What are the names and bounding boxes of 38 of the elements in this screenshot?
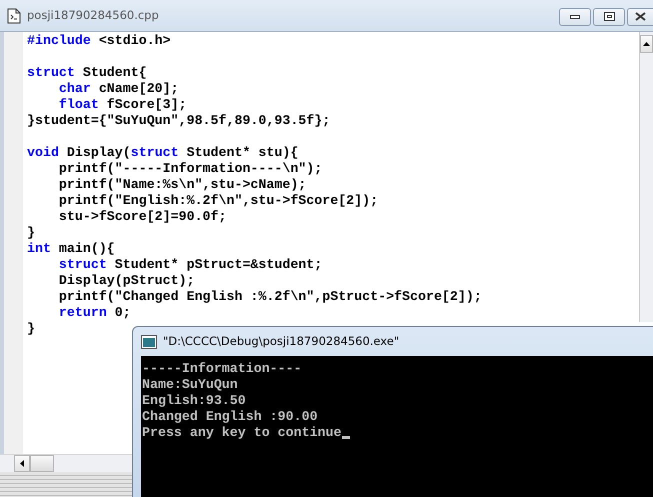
code-line: printf("Name:%s\n",stu->cName); bbox=[58, 177, 306, 193]
document-icon bbox=[7, 8, 21, 24]
vertical-scrollbar[interactable] bbox=[639, 32, 653, 322]
window-title: "D:\CCCC\Debug\posji18790284560.exe" bbox=[163, 332, 400, 350]
code-line: }student={"SuYuQun",98.5f,89.0,93.5f}; bbox=[27, 113, 330, 129]
console-line: Name:SuYuQun bbox=[142, 377, 238, 393]
window-title: posji18790284560.cpp bbox=[27, 6, 159, 24]
code-line: stu->fScore[2]=90.0f; bbox=[58, 209, 226, 225]
code-line: printf("Changed English :%.2f\n",pStruct->fScore[2]); bbox=[58, 289, 482, 305]
code-line: printf("English:%.2f\n",stu->fScore[2]); bbox=[58, 193, 378, 209]
left-arrow-icon bbox=[20, 460, 24, 467]
minimize-icon bbox=[570, 14, 580, 19]
restore-button[interactable] bbox=[593, 8, 625, 26]
code-line: } bbox=[27, 321, 35, 337]
scroll-left-button[interactable] bbox=[14, 455, 30, 472]
console-line: -----Information---- bbox=[142, 361, 302, 377]
close-button[interactable] bbox=[627, 8, 653, 26]
code-line: #include <stdio.h> bbox=[27, 33, 171, 49]
code-line: return 0; bbox=[58, 305, 131, 321]
code-line: } bbox=[27, 225, 35, 241]
console-line: Press any key to continue bbox=[142, 425, 342, 441]
code-line: struct Student* pStruct=&student; bbox=[58, 257, 322, 273]
code-line: printf("-----Information----\n"); bbox=[58, 161, 322, 177]
code-line: char cName[20]; bbox=[58, 81, 179, 97]
code-line: void Display(struct Student* stu){ bbox=[27, 145, 298, 161]
scrollbar-thumb[interactable] bbox=[30, 455, 54, 472]
minimize-button[interactable] bbox=[559, 8, 591, 26]
code-line: float fScore[3]; bbox=[58, 97, 187, 113]
code-line: Display(pStruct); bbox=[58, 273, 195, 289]
scroll-up-button[interactable] bbox=[640, 35, 653, 53]
close-icon bbox=[635, 12, 646, 21]
console-icon bbox=[141, 334, 157, 348]
console-line: Changed English :90.00 bbox=[142, 409, 318, 425]
console-line: English:93.50 bbox=[142, 393, 246, 409]
restore-icon bbox=[604, 12, 614, 21]
up-arrow-icon bbox=[643, 42, 650, 46]
code-line: struct Student{ bbox=[27, 65, 147, 81]
code-line: int main(){ bbox=[27, 241, 115, 257]
